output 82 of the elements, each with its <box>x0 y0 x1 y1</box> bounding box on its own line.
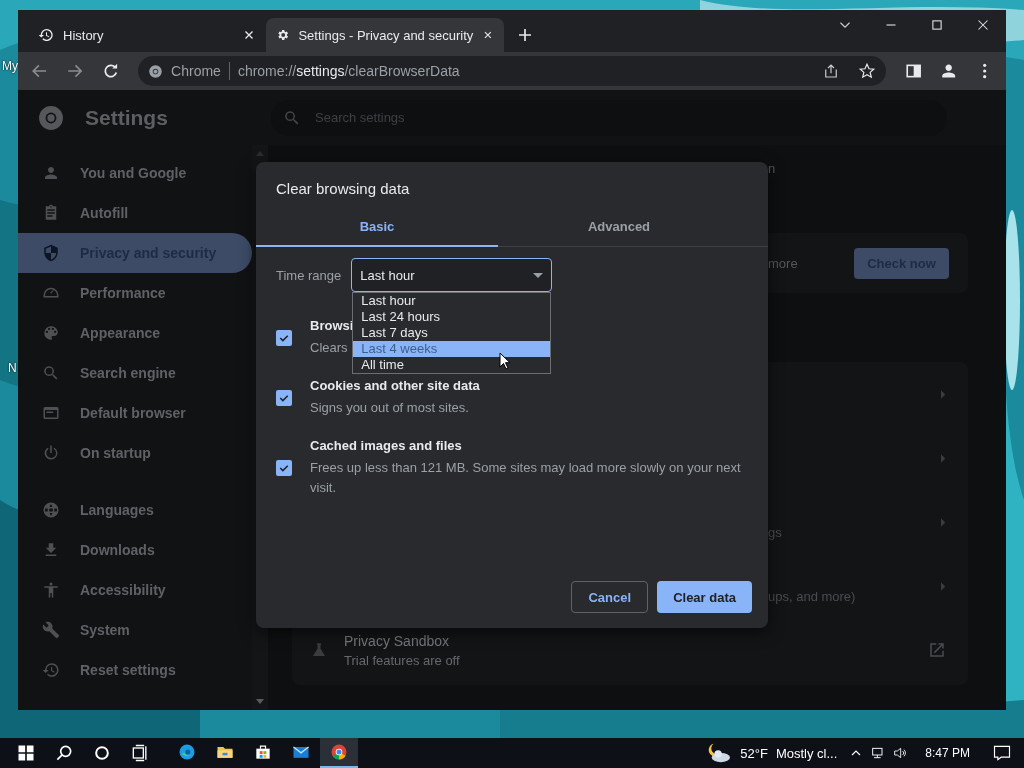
gear-icon <box>276 27 290 43</box>
cortana-circle-icon[interactable] <box>92 743 112 763</box>
new-tab-icon[interactable] <box>516 26 534 44</box>
person-icon <box>42 164 60 182</box>
sidebar-item[interactable]: Languages <box>18 490 252 530</box>
palette-icon <box>42 324 60 342</box>
item-title: Browsi <box>310 318 354 333</box>
settings-title: Settings <box>85 105 169 130</box>
desktop-icon-label[interactable]: N <box>8 361 17 375</box>
wrench-icon <box>42 621 60 639</box>
dialog-tab[interactable]: Basic <box>256 207 498 247</box>
dialog-title: Clear browsing data <box>275 179 411 197</box>
item-description: Signs you out of most sites. <box>310 399 469 417</box>
wave-logo-icon <box>177 742 197 762</box>
checkbox[interactable] <box>276 330 292 346</box>
search-icon <box>283 108 301 127</box>
chrome-logo-icon <box>148 63 164 79</box>
time-range-label: Time range <box>276 267 342 283</box>
browser-tab[interactable]: History <box>28 18 266 52</box>
sidebar-item[interactable]: Accessibility <box>18 570 252 610</box>
item-description: Frees up less than 121 MB. Some sites may load more slowly on your next visit. <box>310 459 742 497</box>
caret-icon <box>533 272 544 278</box>
row-subtitle: Trial features are off <box>344 652 460 668</box>
time-range-select[interactable]: Last hour <box>351 258 553 292</box>
dropdown-option[interactable]: Last 24 hours <box>353 309 551 325</box>
taskbar-app[interactable] <box>320 738 358 768</box>
scroll-down-icon[interactable] <box>256 699 264 704</box>
star-icon[interactable] <box>857 62 876 80</box>
item-title: Cached images and files <box>310 438 462 453</box>
notification-icon[interactable] <box>992 743 1012 763</box>
item-description: Clears <box>310 339 348 357</box>
search-icon <box>42 364 60 382</box>
checkmark-icon <box>278 392 290 404</box>
chrome-logo-icon <box>329 742 349 762</box>
url-text: chrome://settings/clearBrowserData <box>237 63 460 79</box>
dropdown-option[interactable]: Last 7 days <box>353 325 551 341</box>
dialog-tab[interactable]: Advanced <box>498 207 740 247</box>
sidebar-item[interactable]: Performance <box>18 273 252 313</box>
weather-text[interactable]: Mostly cl... <box>775 745 838 761</box>
row-title: Privacy Sandbox <box>344 632 451 649</box>
flask-icon <box>310 641 328 659</box>
dropdown-option[interactable]: Last hour <box>353 293 551 309</box>
accessibility-icon <box>42 581 60 599</box>
volume-icon[interactable] <box>892 745 909 761</box>
address-bar[interactable]: Chrome chrome://settings/clearBrowserData <box>138 56 886 86</box>
checkmark-icon <box>278 332 290 344</box>
item-title: Cookies and other site data <box>310 378 480 393</box>
sidebar-item[interactable]: Downloads <box>18 530 252 570</box>
shield-icon <box>42 244 60 262</box>
dropdown-option[interactable]: Last 4 weeks <box>353 341 551 357</box>
mouse-pointer-icon <box>499 352 511 370</box>
task-view-icon[interactable] <box>130 743 150 763</box>
sidebar-item[interactable]: Default browser <box>18 393 252 433</box>
chrome-logo-icon <box>38 104 64 131</box>
history-icon <box>38 27 54 43</box>
sidebar-item[interactable]: Search engine <box>18 353 252 393</box>
windows-start-icon[interactable] <box>16 743 36 763</box>
browser-window-icon <box>42 404 60 422</box>
history-icon <box>42 661 60 679</box>
sidebar-item[interactable]: System <box>18 610 252 650</box>
sidebar-item[interactable]: On startup <box>18 433 252 473</box>
temperature-text[interactable]: 52°F <box>740 745 768 761</box>
browser-tab[interactable]: Settings - Privacy and security <box>266 18 504 52</box>
cancel-button[interactable]: Cancel <box>571 581 649 613</box>
section-heading: n <box>768 161 776 176</box>
sidebar-item[interactable]: You and Google <box>18 153 252 193</box>
sidebar-item[interactable]: Autofill <box>18 193 252 233</box>
clear-data-button[interactable]: Clear data <box>657 581 752 613</box>
dropdown-option[interactable]: All time <box>353 357 551 373</box>
sidebar-item[interactable]: Reset settings <box>18 650 252 690</box>
moon-cloud-icon <box>706 742 733 764</box>
checkbox[interactable] <box>276 390 292 406</box>
clock-text[interactable]: 8:47 PM <box>925 746 970 760</box>
site-label: Chrome <box>171 63 221 79</box>
checkbox[interactable] <box>276 460 292 476</box>
sidebar-item[interactable]: Appearance <box>18 313 252 353</box>
desktop-icon-label[interactable]: My <box>2 59 18 73</box>
globe-icon <box>42 501 60 519</box>
checkmark-icon <box>278 462 290 474</box>
power-icon <box>42 444 60 462</box>
safety-check-text: more <box>768 255 798 271</box>
search-icon[interactable] <box>54 743 74 763</box>
